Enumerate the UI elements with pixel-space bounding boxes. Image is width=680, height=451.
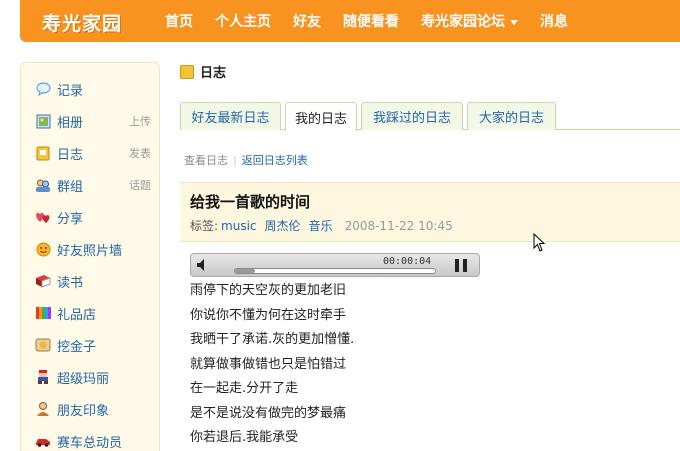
sidebar-item-super-mario[interactable]: 超级玛丽	[35, 367, 155, 387]
sidebar-item-reading[interactable]: 读书	[35, 271, 155, 291]
sidebar-item-photo-wall[interactable]: 好友照片墙	[35, 239, 155, 259]
book-icon	[35, 273, 51, 289]
tag-link[interactable]: 周杰伦	[265, 217, 301, 234]
lyric-line: 是不是说没有做完的梦最痛	[190, 405, 347, 421]
playback-time: 00:00:04	[383, 256, 432, 267]
post-header: 给我一首歌的时间 标签: music 周杰伦 音乐 2008-11-22 10:…	[180, 182, 680, 242]
sidebar-item-label: 读书	[57, 275, 84, 291]
nav-profile[interactable]: 个人主页	[215, 11, 271, 31]
post-title: 给我一首歌的时间	[190, 193, 311, 211]
notebook-icon	[180, 64, 194, 79]
sidebar-item-label: 分享	[57, 211, 84, 227]
notebook-icon	[35, 145, 51, 161]
lyric-line: 你若退后.我能承受	[190, 430, 299, 445]
mario-icon	[35, 369, 51, 385]
sidebar-item-gift-shop[interactable]: 礼品店	[35, 303, 155, 323]
group-icon	[35, 177, 51, 193]
person-icon	[35, 401, 51, 417]
sidebar-item-dig-gold[interactable]: 挖金子	[35, 335, 155, 355]
nav-home[interactable]: 首页	[165, 11, 193, 31]
sidebar-item-groups[interactable]: 群组 话题	[35, 175, 155, 195]
sidebar-item-label: 礼品店	[57, 307, 97, 323]
speaker-icon[interactable]	[195, 257, 211, 273]
lyric-line: 就算做事做错也只是怕错过	[190, 356, 347, 372]
tab-my-blog[interactable]: 我的日志	[285, 102, 357, 131]
hearts-icon	[35, 209, 51, 225]
lyric-line: 你说你不懂为何在这时牵手	[190, 307, 347, 323]
sidebar-item-label: 超级玛丽	[57, 371, 110, 387]
lyric-line: 在一起走.分开了走	[190, 381, 299, 396]
sidebar-item-records[interactable]: 记录	[35, 79, 155, 99]
sidebar-item-album[interactable]: 相册 上传	[35, 111, 155, 131]
pause-icon	[463, 259, 467, 272]
sidebar-item-label: 记录	[57, 83, 84, 99]
sidebar-item-label: 相册	[57, 115, 84, 131]
blog-tabs: 好友最新日志 我的日志 我踩过的日志 大家的日志	[180, 102, 680, 131]
nav-forum-label: 寿光家园论坛	[421, 14, 505, 30]
sidebar-sub-publish[interactable]: 发表	[129, 145, 151, 161]
sidebar-item-blog[interactable]: 日志 发表	[35, 143, 155, 163]
pause-icon	[455, 259, 459, 272]
sidebar-item-label: 赛车总动员	[57, 435, 123, 451]
site-logo[interactable]: 寿光家园	[42, 9, 122, 36]
top-nav-bar: 寿光家园 首页 个人主页 好友 随便看看 寿光家园论坛 消息	[20, 0, 680, 42]
tab-stepped-blogs[interactable]: 我踩过的日志	[361, 102, 463, 130]
sidebar-item-racing[interactable]: 赛车总动员	[35, 431, 155, 451]
sidebar-item-label: 挖金子	[57, 339, 97, 355]
post-date: 2008-11-22 10:45	[344, 218, 453, 233]
gold-icon	[35, 337, 51, 353]
photo-icon	[35, 113, 51, 129]
breadcrumb: 查看日志 | 返回日志列表	[184, 152, 308, 168]
gift-icon	[35, 305, 51, 321]
sidebar-item-label: 日志	[57, 147, 84, 163]
smiley-icon	[35, 241, 51, 257]
back-to-list-link[interactable]: 返回日志列表	[242, 152, 308, 168]
car-icon	[35, 433, 51, 449]
sidebar-sub-topics[interactable]: 话题	[129, 177, 151, 193]
pause-button[interactable]	[455, 259, 467, 272]
nav-messages[interactable]: 消息	[540, 11, 568, 31]
tab-everyone-blogs[interactable]: 大家的日志	[467, 102, 556, 130]
page-title: 日志	[180, 62, 226, 81]
sidebar-item-label: 群组	[57, 179, 84, 195]
post-meta: 标签: music 周杰伦 音乐 2008-11-22 10:45	[190, 217, 453, 234]
sidebar: 记录 相册 上传 日志 发表 群组 话题 分享 好友照片墙 读书 礼品店 挖金子…	[20, 62, 160, 451]
chevron-down-icon	[510, 19, 518, 25]
sidebar-sub-upload[interactable]: 上传	[129, 113, 151, 129]
breadcrumb-current: 查看日志	[184, 154, 228, 167]
breadcrumb-separator: |	[233, 153, 237, 167]
progress-track[interactable]	[234, 268, 436, 274]
sidebar-item-label: 好友照片墙	[57, 243, 123, 259]
speech-bubble-icon	[35, 81, 51, 97]
mouse-cursor-icon	[533, 233, 545, 252]
tags-label: 标签:	[190, 219, 219, 233]
tab-friends-latest[interactable]: 好友最新日志	[180, 102, 281, 130]
nav-forum[interactable]: 寿光家园论坛	[421, 11, 518, 31]
lyric-line: 我晒干了承诺.灰的更加憎懂.	[190, 332, 355, 347]
nav-friends[interactable]: 好友	[293, 11, 321, 31]
progress-fill	[235, 269, 255, 273]
sidebar-item-share[interactable]: 分享	[35, 207, 155, 227]
tag-link[interactable]: 音乐	[309, 217, 333, 234]
sidebar-item-friend-impression[interactable]: 朋友印象	[35, 399, 155, 419]
page-title-text: 日志	[200, 66, 227, 81]
post-body: 雨停下的天空灰的更加老旧 你说你不懂为何在这时牵手 我晒干了承诺.灰的更加憎懂.…	[190, 281, 354, 451]
sidebar-item-label: 朋友印象	[57, 403, 110, 419]
tag-link[interactable]: music	[221, 219, 256, 233]
audio-player: 00:00:04	[190, 253, 480, 277]
nav-browse[interactable]: 随便看看	[343, 11, 399, 31]
main-nav: 首页 个人主页 好友 随便看看 寿光家园论坛 消息	[165, 0, 590, 42]
lyric-line: 雨停下的天空灰的更加老旧	[190, 283, 347, 298]
